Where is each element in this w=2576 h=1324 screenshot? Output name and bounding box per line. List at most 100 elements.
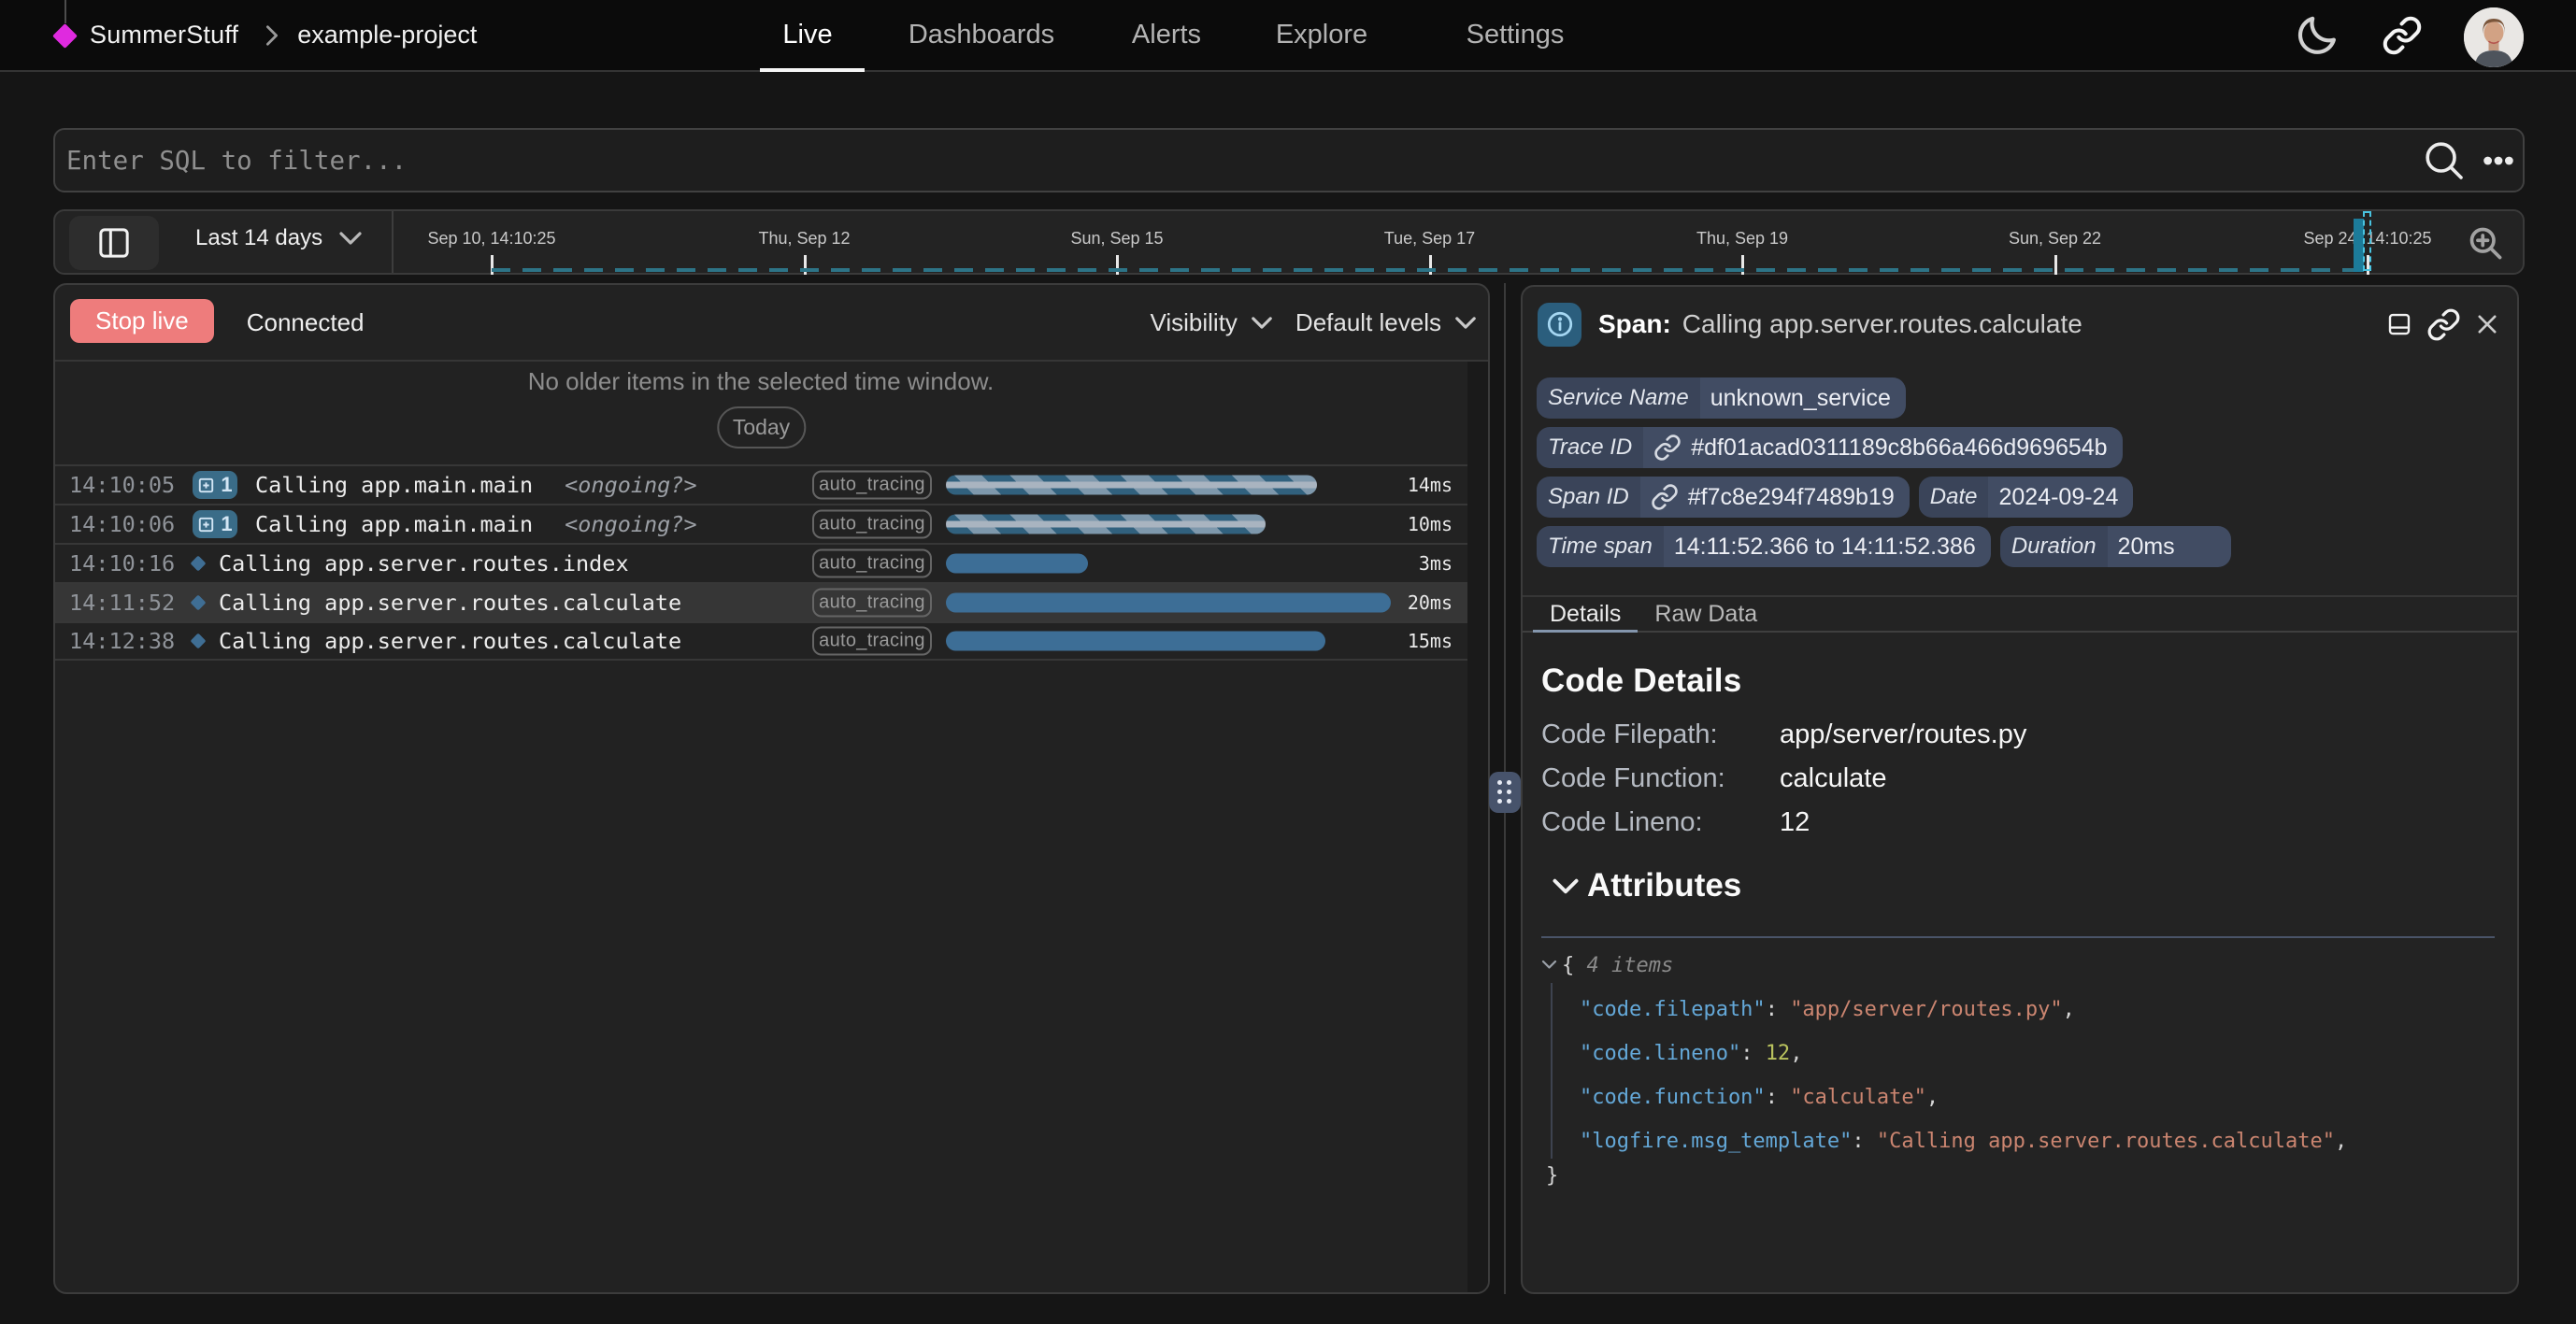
auto-tracing-tag: auto_tracing <box>812 589 932 618</box>
nav-tab-settings[interactable]: Settings <box>1467 0 1565 70</box>
stop-live-button[interactable]: Stop live <box>70 299 214 343</box>
link-icon <box>1651 483 1679 511</box>
trace-row-message: Calling app.server.routes.calculate <box>219 628 681 654</box>
time-range-label: Last 14 days <box>195 225 322 251</box>
span-kind-label: Span: <box>1598 309 1671 339</box>
trace-row-message: Calling app.server.routes.index <box>219 550 629 577</box>
nav-tab-explore[interactable]: Explore <box>1276 0 1367 70</box>
time-range-dropdown[interactable]: Last 14 days <box>195 211 363 265</box>
code-details-rows: Code Filepath:app/server/routes.pyCode F… <box>1541 713 2026 845</box>
timeline-tick-label: Thu, Sep 12 <box>758 229 850 249</box>
span-duration-bar <box>946 476 1317 495</box>
info-icon <box>1538 303 1581 347</box>
trace-row[interactable]: 14:10:05 1 Calling app.main.main <ongoin… <box>55 464 1467 504</box>
expand-children-badge[interactable]: 1 <box>193 510 237 538</box>
expand-children-badge[interactable]: 1 <box>193 471 237 499</box>
sql-filter-input[interactable]: Enter SQL to filter... <box>66 146 2523 176</box>
trace-row-ongoing: <ongoing?> <box>565 511 696 537</box>
trace-row-duration: 20ms <box>1408 591 1453 614</box>
pill-label: Duration <box>2000 526 2108 567</box>
search-icon[interactable] <box>2422 138 2467 183</box>
collapse-chevron-icon[interactable] <box>1541 960 1557 970</box>
plus-square-icon <box>197 516 215 534</box>
sidebar-toggle-button[interactable] <box>69 216 159 270</box>
zoom-in-icon[interactable] <box>2465 222 2506 263</box>
timeline-tick-label: Sep 10, 14:10:25 <box>427 229 555 249</box>
span-duration-bar <box>946 515 1266 534</box>
json-entry: "code.lineno": 12, <box>1541 1032 2495 1075</box>
avatar[interactable] <box>2464 7 2524 67</box>
trace-row-duration: 10ms <box>1408 513 1453 535</box>
dock-panel-icon[interactable] <box>2385 310 2413 338</box>
trace-row-time: 14:10:06 <box>69 511 177 537</box>
detail-tabs: DetailsRaw Data <box>1523 595 2517 633</box>
span-meta-pills: Service Name unknown_service Trace ID #df… <box>1537 377 2231 567</box>
span-diamond-icon <box>191 595 207 611</box>
span-title: Calling app.server.routes.calculate <box>1682 309 2082 339</box>
main-nav: Live Dashboards Alerts Explore Settings <box>0 0 2576 70</box>
trace-row-time: 14:12:38 <box>69 628 177 654</box>
connection-status: Connected <box>247 308 365 337</box>
trace-row-message: Calling app.main.main <box>255 472 533 498</box>
attributes-section-header[interactable]: Attributes <box>1552 867 1741 904</box>
timeline-tick-label: Sun, Sep 22 <box>2009 229 2101 249</box>
trace-row[interactable]: 14:11:52 Calling app.server.routes.calcu… <box>55 582 1467 621</box>
code-detail-row: Code Lineno:12 <box>1541 801 2026 845</box>
empty-window-message: No older items in the selected time wind… <box>55 367 1467 396</box>
code-detail-label: Code Function: <box>1541 763 1780 794</box>
chevron-down-icon <box>1251 316 1273 330</box>
pill-label: Trace ID <box>1537 427 1643 468</box>
more-options-icon[interactable] <box>2478 140 2519 181</box>
today-button[interactable]: Today <box>717 406 806 448</box>
trace-row[interactable]: 14:10:16 Calling app.server.routes.index… <box>55 543 1467 582</box>
meta-pill-span-id[interactable]: Span ID #f7c8e294f7489b19 <box>1537 477 1910 518</box>
json-indent-guide <box>1551 983 1553 1159</box>
pill-value: 20ms <box>2108 526 2231 567</box>
plus-square-icon <box>197 477 215 494</box>
code-detail-label: Code Lineno: <box>1541 807 1780 838</box>
meta-pill-service-name: Service Name unknown_service <box>1537 377 1906 419</box>
code-details-heading: Code Details <box>1541 662 2026 700</box>
link-icon <box>1653 434 1682 462</box>
json-open-row[interactable]: { 4 items <box>1541 944 2495 988</box>
nav-tab-live[interactable]: Live <box>782 0 832 70</box>
trace-row[interactable]: 14:12:38 Calling app.server.routes.calcu… <box>55 621 1467 661</box>
auto-tracing-tag: auto_tracing <box>812 549 932 578</box>
meta-pill-time-span: Time span 14:11:52.366 to 14:11:52.386 <box>1537 526 1991 567</box>
attributes-json: { 4 items"code.filepath": "app/server/ro… <box>1541 944 2495 1198</box>
auto-tracing-tag: auto_tracing <box>812 471 932 500</box>
trace-row-time: 14:10:16 <box>69 550 177 577</box>
span-detail-header: Span: Calling app.server.routes.calculat… <box>1523 287 2517 362</box>
span-duration-bar <box>946 593 1391 613</box>
close-icon[interactable] <box>2474 311 2500 337</box>
json-top-divider <box>1541 936 2495 938</box>
attributes-heading: Attributes <box>1587 867 1741 904</box>
nav-tab-alerts[interactable]: Alerts <box>1132 0 1201 70</box>
chevron-down-icon <box>1454 316 1477 330</box>
theme-toggle-moon-icon[interactable] <box>2294 12 2340 59</box>
pill-value: 14:11:52.366 to 14:11:52.386 <box>1664 526 1991 567</box>
chevron-down-icon <box>338 231 363 246</box>
time-range-bar: Last 14 days Sep 10, 14:10:25 Thu, Sep 12… <box>53 209 2525 275</box>
detail-tab-raw-data[interactable]: Raw Data <box>1638 597 1774 631</box>
code-details-section: Code Details Code Filepath:app/server/ro… <box>1541 662 2026 845</box>
pill-value: 2024-09-24 <box>1988 477 2133 518</box>
pill-label: Service Name <box>1537 377 1700 419</box>
panel-resizer-grip[interactable] <box>1489 772 1521 813</box>
nav-tab-dashboards[interactable]: Dashboards <box>909 0 1054 70</box>
timeline-selection <box>2363 211 2371 271</box>
trace-row-duration: 15ms <box>1408 630 1453 652</box>
auto-tracing-tag: auto_tracing <box>812 627 932 656</box>
timeline-histogram[interactable]: Sep 10, 14:10:25Thu, Sep 12Sun, Sep 15Tu… <box>394 211 2450 273</box>
trace-row[interactable]: 14:10:06 1 Calling app.main.main <ongoin… <box>55 504 1467 543</box>
default-levels-dropdown[interactable]: Default levels <box>1295 308 1477 337</box>
meta-pill-trace-id[interactable]: Trace ID #df01acad0311189c8b66a466d96965… <box>1537 427 2123 468</box>
visibility-dropdown[interactable]: Visibility <box>1150 308 1272 337</box>
auto-tracing-tag: auto_tracing <box>812 510 932 539</box>
timeline-dashed-baseline <box>492 268 2354 272</box>
copy-link-icon[interactable] <box>2426 307 2461 342</box>
detail-tab-details[interactable]: Details <box>1533 597 1638 631</box>
header-actions <box>2294 0 2524 70</box>
share-link-icon[interactable] <box>2382 15 2423 56</box>
timeline-tick-label: Sun, Sep 15 <box>1070 229 1163 249</box>
